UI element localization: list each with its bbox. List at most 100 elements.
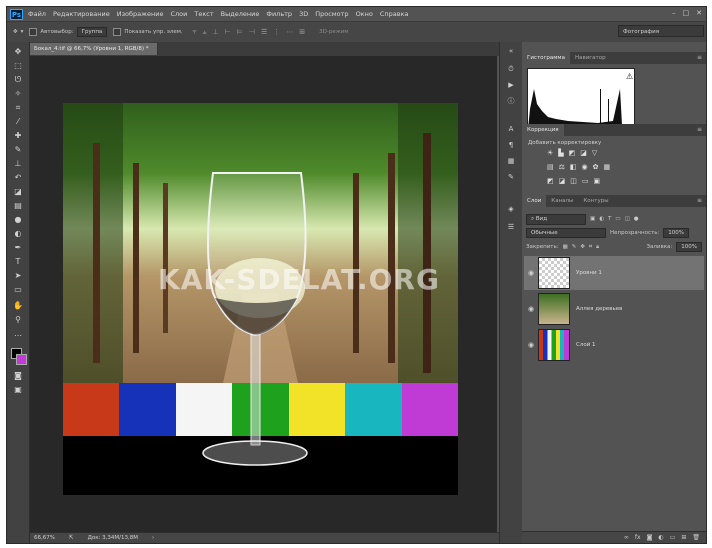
filter-smart-icon[interactable]: ◫ [625,216,630,222]
brightness-icon[interactable]: ☀ [547,149,553,157]
lock-all-icon[interactable]: 🔒︎ [596,244,599,251]
blend-mode-dropdown[interactable]: Обычные [526,228,606,238]
history-icon[interactable]: ⏱ [506,64,516,74]
chevron-right-icon[interactable]: › [152,535,154,541]
link-layers-icon[interactable]: ∞ [624,532,629,543]
add-mask-icon[interactable]: ◙ [647,532,653,543]
menu-image[interactable]: Изображение [117,10,164,18]
new-group-icon[interactable]: ▭ [670,532,676,543]
menu-3d[interactable]: 3D [299,10,308,18]
type-tool-icon[interactable]: T [12,256,24,267]
align-center-icon[interactable]: ⊨ [237,28,243,37]
layer-style-icon[interactable]: fx [635,532,641,543]
export-icon[interactable]: ⇱ [69,535,74,541]
lock-move-icon[interactable]: ✥ [580,244,585,250]
crop-tool-icon[interactable]: ⌗ [12,102,24,113]
document-tab[interactable]: Бокал_4.tif @ 66,7% (Уровни 1, RGB/8) * [30,43,158,55]
history-brush-icon[interactable]: ↶ [12,172,24,183]
layer-row[interactable]: ◉ Аллея деревьев [524,292,704,326]
auto-align-icon[interactable]: ⊞ [299,28,305,37]
tab-navigator[interactable]: Навигатор [570,52,611,64]
autoselect-dropdown[interactable]: Группа [76,27,108,37]
invert-icon[interactable]: ◩ [547,177,554,185]
shape-tool-icon[interactable]: ▭ [12,284,24,295]
paragraph-icon[interactable]: ¶ [506,140,516,150]
move-tool-preset[interactable]: ✥ ▾ [13,29,23,35]
filter-adjust-icon[interactable]: ◐ [599,216,604,222]
threshold-icon[interactable]: ◫ [570,177,577,185]
blur-tool-icon[interactable]: ● [12,214,24,225]
pen-tool-icon[interactable]: ✒ [12,242,24,253]
marquee-tool-icon[interactable]: ⬚ [12,60,24,71]
properties-icon[interactable]: ☰ [506,222,516,232]
filter-pixel-icon[interactable]: ▣ [590,216,595,222]
delete-layer-icon[interactable]: 🗑︎ [692,532,700,543]
distribute-h-icon[interactable]: ⋮ [273,28,280,37]
magic-wand-icon[interactable]: ✧ [12,88,24,99]
visibility-eye-icon[interactable]: ◉ [524,341,538,349]
black-white-icon[interactable]: ◧ [570,163,577,171]
path-select-icon[interactable]: ➤ [12,270,24,281]
hue-saturation-icon[interactable]: ▤ [547,163,554,171]
layer-name[interactable]: Слой 1 [576,342,596,348]
layer-row[interactable]: ◉ Слой 1 [524,328,704,362]
posterize-icon[interactable]: ◪ [559,177,566,185]
maximize-icon[interactable]: □ [683,9,690,17]
tab-histogram[interactable]: Гистограмма [522,52,570,64]
gradient-map-icon[interactable]: ▭ [582,177,589,185]
zoom-tool-icon[interactable]: ⚲ [12,314,24,325]
filter-type-icon[interactable]: T [608,216,611,222]
menu-layers[interactable]: Слои [170,10,187,18]
color-balance-icon[interactable]: ⚖ [559,163,565,171]
new-adjustment-icon[interactable]: ◐ [658,532,663,543]
tab-layers[interactable]: Слои [522,195,547,207]
healing-brush-icon[interactable]: ✚ [12,130,24,141]
panel-menu-icon[interactable]: ≡ [697,52,702,64]
minimize-icon[interactable]: – [672,9,676,17]
document-canvas[interactable]: KAK-SDELAT.ORG [63,103,458,495]
collapse-arrows-icon[interactable]: « [506,46,516,56]
more-tools-icon[interactable]: ⋯ [12,330,24,341]
filter-toggle[interactable]: ● [634,216,639,222]
filter-shape-icon[interactable]: ▭ [615,216,620,222]
lock-artboard-icon[interactable]: ⌗ [589,244,592,251]
tab-correction[interactable]: Коррекция [522,124,564,136]
distribute-icon[interactable]: ☰ [261,28,267,37]
tab-channels[interactable]: Каналы [546,195,578,207]
lasso-tool-icon[interactable]: ᘎ [12,74,24,85]
menu-select[interactable]: Выделение [221,10,260,18]
layer-row[interactable]: ◉ Уровни 1 [524,256,704,290]
channel-mixer-icon[interactable]: ✿ [593,163,599,171]
autoselect-checkbox[interactable] [29,28,38,36]
brushes-icon[interactable]: ✎ [506,172,516,182]
exposure-icon[interactable]: ◪ [580,149,587,157]
background-color-swatch[interactable] [16,354,27,365]
menu-type[interactable]: Текст [194,10,213,18]
doc-size[interactable]: Док: 3,34M/13,8M [88,535,138,541]
selective-color-icon[interactable]: ▣ [594,177,601,185]
menu-view[interactable]: Просмотр [315,10,348,18]
panel-menu-icon[interactable]: ≡ [697,195,702,207]
opacity-input[interactable]: 100% [663,228,690,238]
fill-input[interactable]: 100% [676,242,702,252]
show-controls-checkbox[interactable] [113,28,122,36]
tab-paths[interactable]: Контуры [578,195,613,207]
menu-window[interactable]: Окно [356,10,373,18]
gradient-tool-icon[interactable]: ▤ [12,200,24,211]
quick-mask-icon[interactable]: ◙ [12,370,24,381]
layer-kind-filter[interactable]: ⌕ Вид [526,213,586,225]
distribute-v-icon[interactable]: ⋯ [286,28,293,37]
align-right-icon[interactable]: ⊣ [249,28,255,37]
zoom-level[interactable]: 66,67% [34,535,55,541]
layer-name[interactable]: Аллея деревьев [576,306,622,312]
screen-mode-icon[interactable]: ▣ [12,384,24,395]
info-icon[interactable]: ⓘ [506,96,516,106]
eyedropper-icon[interactable]: ⁄ [12,116,24,127]
lock-paint-icon[interactable]: ✎ [572,244,577,250]
eraser-tool-icon[interactable]: ◪ [12,186,24,197]
panel-menu-icon[interactable]: ≡ [697,124,702,136]
character-icon[interactable]: A [506,124,516,134]
brush-tool-icon[interactable]: ✎ [12,144,24,155]
lock-pixels-icon[interactable]: ▦ [563,244,568,250]
hand-tool-icon[interactable]: ✋ [12,300,24,311]
